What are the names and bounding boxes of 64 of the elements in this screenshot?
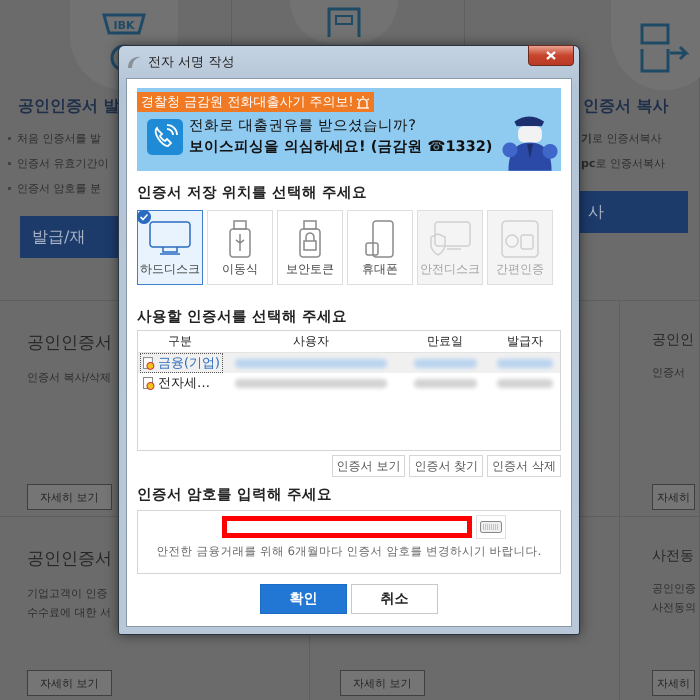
document-icon (327, 7, 361, 37)
certificate-button[interactable]: 인증서 찾기 (409, 455, 484, 477)
card-text: 인증서 (652, 365, 685, 381)
issue-button[interactable]: 발급/재 (20, 216, 118, 258)
phone-call-icon (147, 119, 183, 155)
certificate-icon (143, 376, 155, 390)
cancel-button[interactable]: 취소 (351, 584, 438, 614)
warning-tag: 경찰청 금감원 전화대출사기 주의보! (137, 92, 374, 112)
bullet-text: 인증서 암호를 분 (8, 181, 101, 196)
section-heading: 인증서 저장 위치를 선택해 주세요 (137, 184, 368, 202)
storage-option[interactable]: 이동식 (207, 210, 273, 285)
column-header: 사용자 (292, 333, 330, 350)
password-field[interactable] (222, 516, 472, 538)
certificate-type: 금융(기업) (158, 355, 220, 372)
card-text: 인증서 복사/삭제 (27, 370, 112, 386)
blurred-text (414, 378, 476, 388)
card-text: 기업고객이 인증 (27, 586, 108, 602)
details-button[interactable]: 자세히 보기 (27, 670, 112, 696)
certificate-button[interactable]: 인증서 삭제 (487, 455, 561, 477)
banner-text: 전화로 대출권유를 받으셨습니까? (189, 117, 417, 136)
details-button[interactable]: 자세히 보기 (340, 670, 424, 696)
close-icon (546, 51, 556, 60)
card-text: 수수료에 대한 서 (27, 605, 111, 621)
storage-option[interactable]: 보안토큰 (277, 210, 343, 285)
check-icon (137, 210, 151, 224)
card-title: 사전동 (652, 547, 694, 565)
certificate-icon (143, 356, 155, 370)
bullet-text: 기로 인증서복사 (581, 131, 662, 146)
blurred-text (497, 358, 553, 368)
section-heading: 사용할 인증서를 선택해 주세요 (137, 308, 348, 326)
siren-icon (356, 96, 370, 108)
bullet-text: 인증서 유효기간이 (8, 156, 108, 171)
details-button[interactable]: 자세히 (652, 484, 695, 510)
section-title: 공인인증서 발 (18, 96, 120, 117)
close-button[interactable] (528, 45, 574, 66)
section-title: 인증서 복사 (583, 96, 669, 117)
storage-option[interactable]: 휴대폰 (347, 210, 413, 285)
bullet-text: 처음 인증서를 발 (8, 131, 101, 146)
column-header: 발급자 (506, 333, 544, 350)
column-header: 만료일 (426, 333, 464, 350)
certificate-row[interactable]: 금융(기업) (138, 353, 560, 373)
card-title: 공인인증서 (27, 332, 112, 354)
window-title: 전자 서명 작성 (148, 54, 234, 71)
banner-text: 보이스피싱을 의심하세요! (금감원 ☎1332) (189, 138, 492, 157)
card-title: 공인인 (652, 331, 694, 349)
section-heading: 인증서 암호를 입력해 주세요 (137, 486, 334, 504)
app-icon (126, 54, 142, 70)
column-header: 구분 (167, 333, 193, 350)
certificate-row[interactable]: 전자세… (138, 373, 560, 393)
password-note: 안전한 금융거래를 위해 6개월마다 인증서 암호를 변경하시기 바랍니다. (156, 544, 542, 559)
card-title: 공인인증서 (27, 548, 112, 570)
storage-option[interactable]: 하드디스크 (137, 210, 203, 285)
certificate-type: 전자세… (158, 375, 210, 392)
confirm-button[interactable]: 확인 (260, 584, 347, 614)
keyboard-button[interactable] (476, 515, 506, 539)
details-button[interactable]: 자세히 보기 (27, 484, 112, 510)
blurred-text (414, 358, 476, 368)
keyboard-icon (480, 521, 502, 533)
details-button[interactable]: 자세히 (652, 670, 695, 696)
bullet-text: pc로 인증서복사 (581, 156, 665, 171)
card-text: 사전동의 (652, 600, 696, 616)
card-text: 공인인증 (652, 581, 696, 597)
blurred-text (497, 378, 553, 388)
certificate-button[interactable]: 인증서 보기 (332, 455, 406, 477)
